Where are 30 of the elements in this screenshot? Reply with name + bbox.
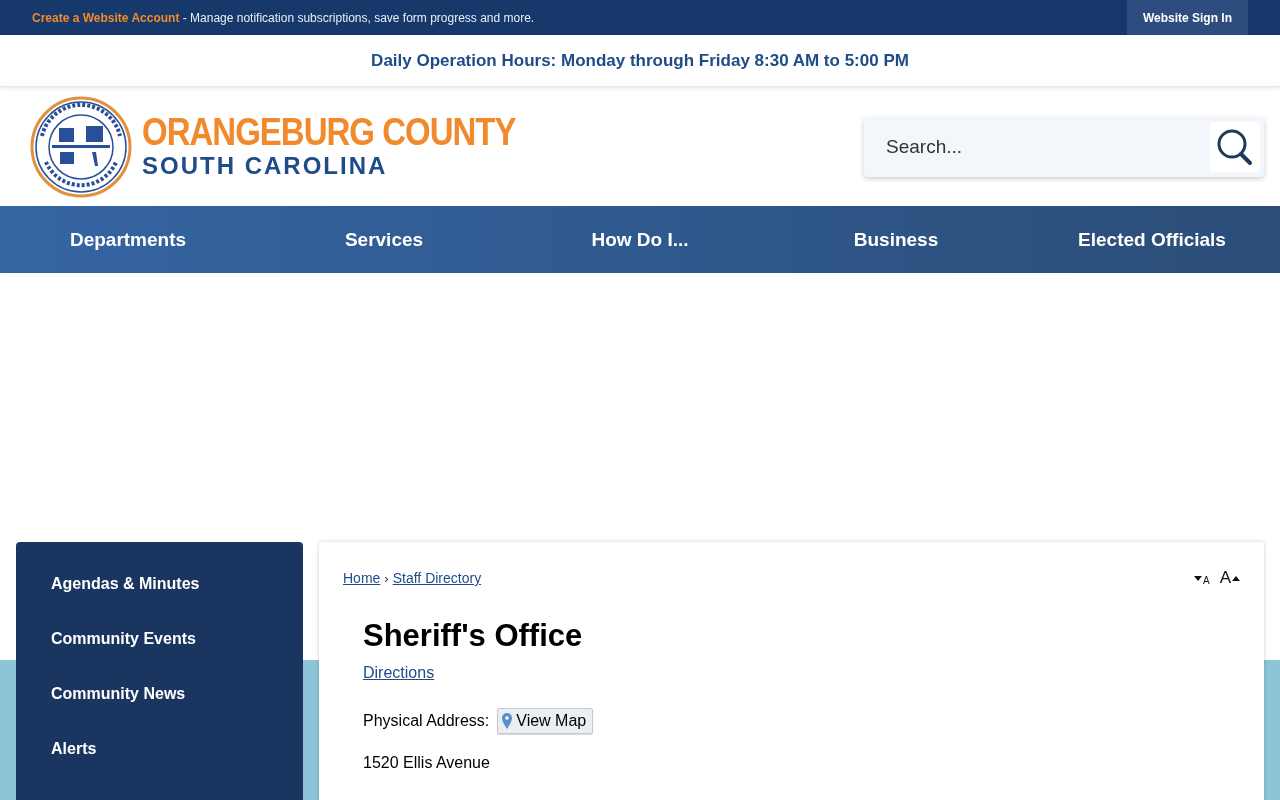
sidebar-item[interactable]: Alerts [51,739,97,759]
street-address: 1520 Ellis Avenue [363,754,491,772]
search-icon[interactable] [1210,121,1260,172]
nav-item[interactable]: Elected Officials [1024,228,1280,251]
account-message: - Manage notification subscriptions, save form progress and more. [181,10,535,25]
nav-item[interactable]: Business [768,228,1024,251]
create-account-link[interactable]: Create a Website Account [32,10,180,25]
hours-text: Daily Operation Hours: Monday through Friday 8:30 AM to 5:00 PM [371,50,909,71]
nav-item[interactable]: Departments [0,228,256,251]
search-bar[interactable]: Search... [864,116,1264,177]
address-label: Physical Address: [363,712,490,730]
breadcrumb-link[interactable]: Home [343,570,381,586]
sidebar-item[interactable]: Agendas & Minutes [51,574,200,594]
decrease-font-button[interactable]: A [1194,570,1210,586]
breadcrumb-link[interactable]: Staff Directory [392,570,482,586]
nav-item[interactable]: Services [256,228,512,251]
sign-in-button[interactable]: Website Sign In [1126,0,1248,35]
nav-item[interactable]: How Do I... [512,228,768,251]
directions-link[interactable]: Directions [363,664,435,682]
breadcrumb-separator: › [384,570,389,586]
caret-down-icon [1194,575,1202,581]
sidebar-item[interactable]: Community Events [51,629,196,649]
page-title: Sheriff's Office [363,618,584,654]
increase-font-button[interactable]: A [1219,568,1240,588]
caret-up-icon [1232,575,1240,581]
view-map-button[interactable]: View Map [497,708,594,734]
sidebar-item[interactable]: Community News [51,684,186,704]
search-field[interactable]: Search... [884,134,1210,159]
map-pin-icon [502,713,513,729]
county-seal-drawing[interactable] [30,95,132,198]
